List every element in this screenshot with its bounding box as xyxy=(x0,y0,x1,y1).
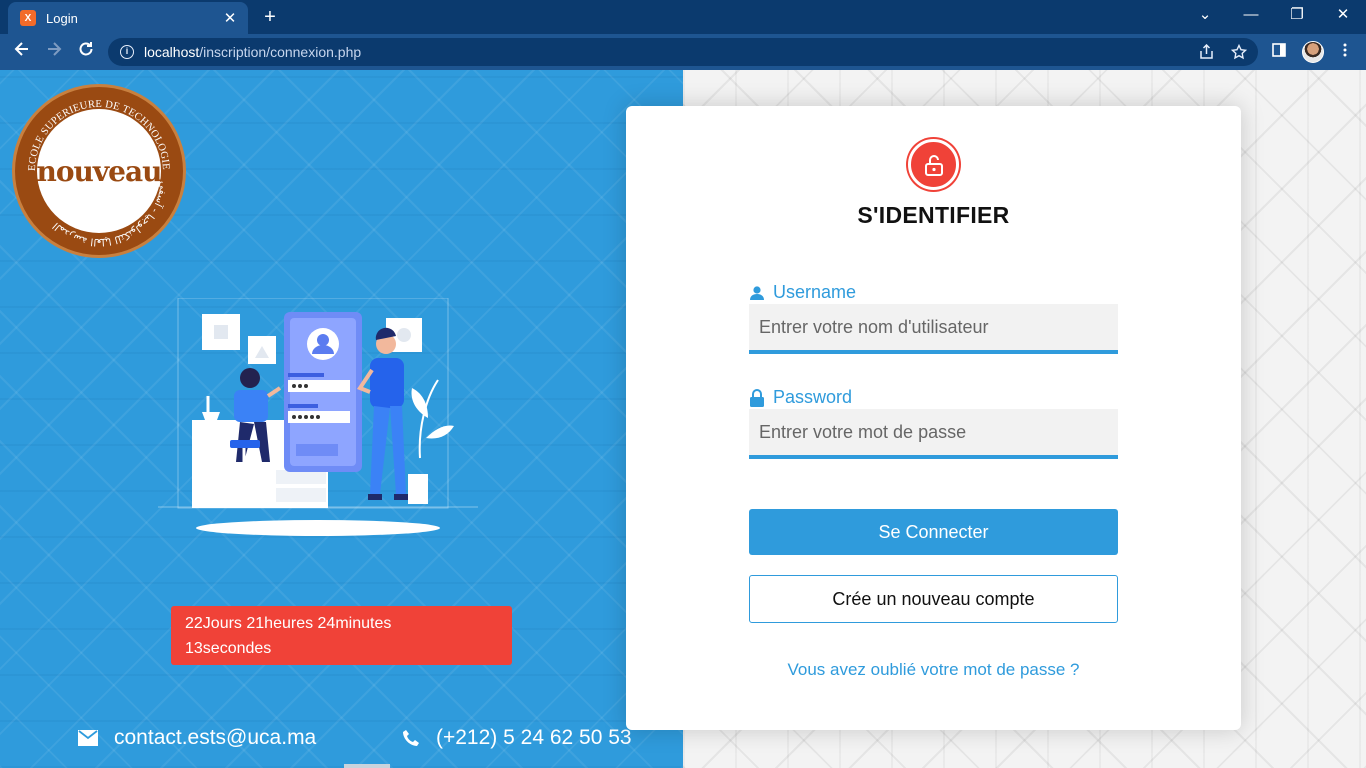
tab-search-button[interactable]: ⌄ xyxy=(1182,4,1228,26)
tab-title: Login xyxy=(46,10,78,26)
contact-email: contact.ests@uca.ma xyxy=(78,726,316,750)
site-info-icon[interactable]: i xyxy=(120,45,134,59)
countdown-line2: 13secondes xyxy=(185,640,272,657)
username-label-text: Username xyxy=(773,282,857,302)
contact-phone: (+212) 5 24 62 50 53 xyxy=(402,726,632,750)
side-panel-icon[interactable] xyxy=(1268,42,1290,64)
countdown-banner: 22Jours 21heures 24minutes 13secondes xyxy=(171,606,512,665)
xampp-favicon-icon: X xyxy=(20,10,36,26)
left-panel: ECOLE SUPERIEURE DE TECHNOLOGIE -SAFI ال… xyxy=(0,70,683,768)
browser-toolbar: i localhost/inscription/connexion.php xyxy=(0,34,1366,70)
contact-email-text: contact.ests@uca.ma xyxy=(114,726,317,749)
profile-avatar[interactable] xyxy=(1302,41,1324,63)
username-input[interactable] xyxy=(749,304,1118,354)
countdown-line1: 22Jours 21heures 24minutes xyxy=(185,615,392,632)
user-icon xyxy=(750,285,764,300)
contact-phone-text: (+212) 5 24 62 50 53 xyxy=(436,726,632,749)
reload-icon[interactable] xyxy=(74,40,98,64)
lock-badge xyxy=(908,139,959,190)
browser-tab[interactable]: X Login ✕ xyxy=(8,2,248,34)
padlock-icon xyxy=(750,388,764,407)
logo-word: nouveau xyxy=(36,154,163,188)
browser-tab-strip: X Login ✕ + ⌄ — ❐ ✕ xyxy=(0,0,1366,34)
password-input[interactable] xyxy=(749,409,1118,459)
create-account-button[interactable]: Crée un nouveau compte xyxy=(749,575,1118,623)
unlock-icon xyxy=(924,154,943,176)
login-button[interactable]: Se Connecter xyxy=(749,509,1118,555)
phone-icon xyxy=(403,730,419,746)
password-label-text: Password xyxy=(773,387,853,407)
logo-center: nouveau xyxy=(36,109,163,233)
browser-menu-icon[interactable] xyxy=(1334,42,1356,64)
login-card: S'IDENTIFIER Username Password Se Connec… xyxy=(626,106,1241,730)
bookmark-star-icon[interactable] xyxy=(1230,43,1248,62)
school-logo: ECOLE SUPERIEURE DE TECHNOLOGIE -SAFI ال… xyxy=(12,84,186,258)
close-tab-icon[interactable]: ✕ xyxy=(220,9,240,27)
horizontal-scrollbar[interactable] xyxy=(344,764,390,768)
address-bar[interactable]: i localhost/inscription/connexion.php xyxy=(108,38,1258,66)
login-title: S'IDENTIFIER xyxy=(857,202,1010,228)
forgot-password-link[interactable]: Vous avez oublié votre mot de passe ? xyxy=(626,660,1241,680)
username-label: Username xyxy=(749,282,856,303)
restore-button[interactable]: ❐ xyxy=(1274,4,1320,26)
minimize-button[interactable]: — xyxy=(1228,4,1274,26)
login-illustration xyxy=(158,298,478,536)
close-window-button[interactable]: ✕ xyxy=(1320,4,1366,26)
new-tab-button[interactable]: + xyxy=(258,6,282,28)
url-path: /inscription/connexion.php xyxy=(199,44,362,60)
login-page: ECOLE SUPERIEURE DE TECHNOLOGIE -SAFI ال… xyxy=(0,70,1366,768)
forward-arrow-icon[interactable] xyxy=(42,40,66,64)
mail-icon xyxy=(78,730,98,746)
share-icon[interactable] xyxy=(1198,43,1216,62)
url-host: localhost xyxy=(144,44,200,60)
password-label: Password xyxy=(749,387,852,408)
back-arrow-icon[interactable] xyxy=(10,40,34,64)
